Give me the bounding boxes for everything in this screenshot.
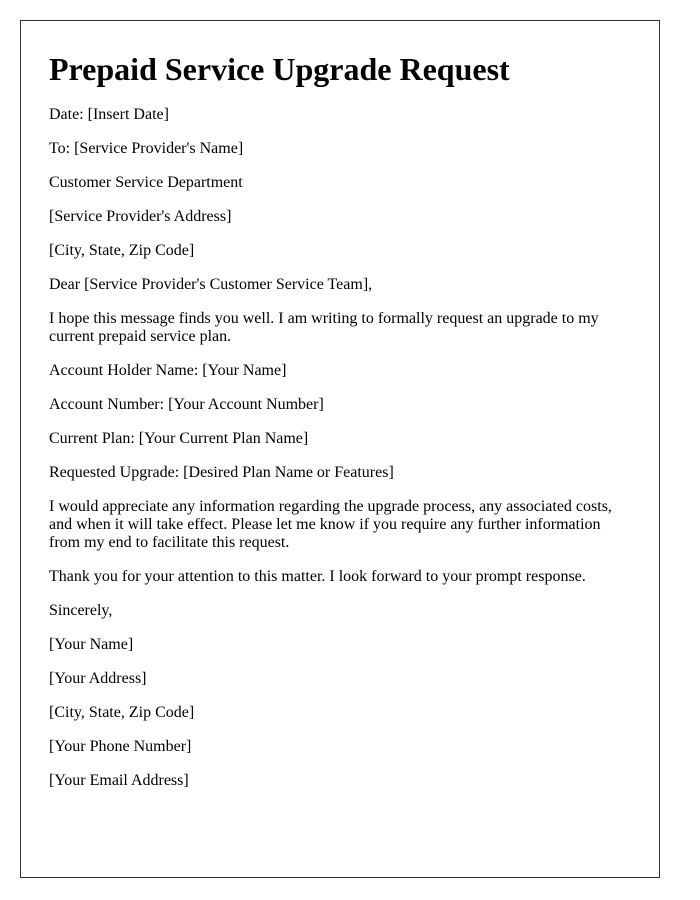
recipient-city-state-zip: [City, State, Zip Code] <box>49 242 195 259</box>
account-number: Account Number: [Your Account Number] <box>49 396 324 413</box>
date-line: Date: [Insert Date] <box>49 106 169 123</box>
sender-email: [Your Email Address] <box>49 772 189 789</box>
body-paragraph: I would appreciate any information regar… <box>49 498 612 551</box>
letter-page: Prepaid Service Upgrade Request Date: [I… <box>20 20 660 878</box>
sender-phone: [Your Phone Number] <box>49 738 192 755</box>
recipient-name: To: [Service Provider's Name] <box>49 140 244 157</box>
account-holder-name: Account Holder Name: [Your Name] <box>49 362 287 379</box>
sender-city-state-zip: [City, State, Zip Code] <box>49 704 195 721</box>
sender-name: [Your Name] <box>49 636 134 653</box>
intro-paragraph: I hope this message finds you well. I am… <box>49 310 599 345</box>
recipient-department: Customer Service Department <box>49 174 243 191</box>
letter-title: Prepaid Service Upgrade Request <box>49 51 510 87</box>
recipient-address: [Service Provider's Address] <box>49 208 232 225</box>
requested-upgrade: Requested Upgrade: [Desired Plan Name or… <box>49 464 394 481</box>
salutation: Dear [Service Provider's Customer Servic… <box>49 276 373 293</box>
closing-thanks: Thank you for your attention to this mat… <box>49 568 586 585</box>
sender-address: [Your Address] <box>49 670 147 687</box>
signoff: Sincerely, <box>49 602 113 619</box>
current-plan: Current Plan: [Your Current Plan Name] <box>49 430 309 447</box>
